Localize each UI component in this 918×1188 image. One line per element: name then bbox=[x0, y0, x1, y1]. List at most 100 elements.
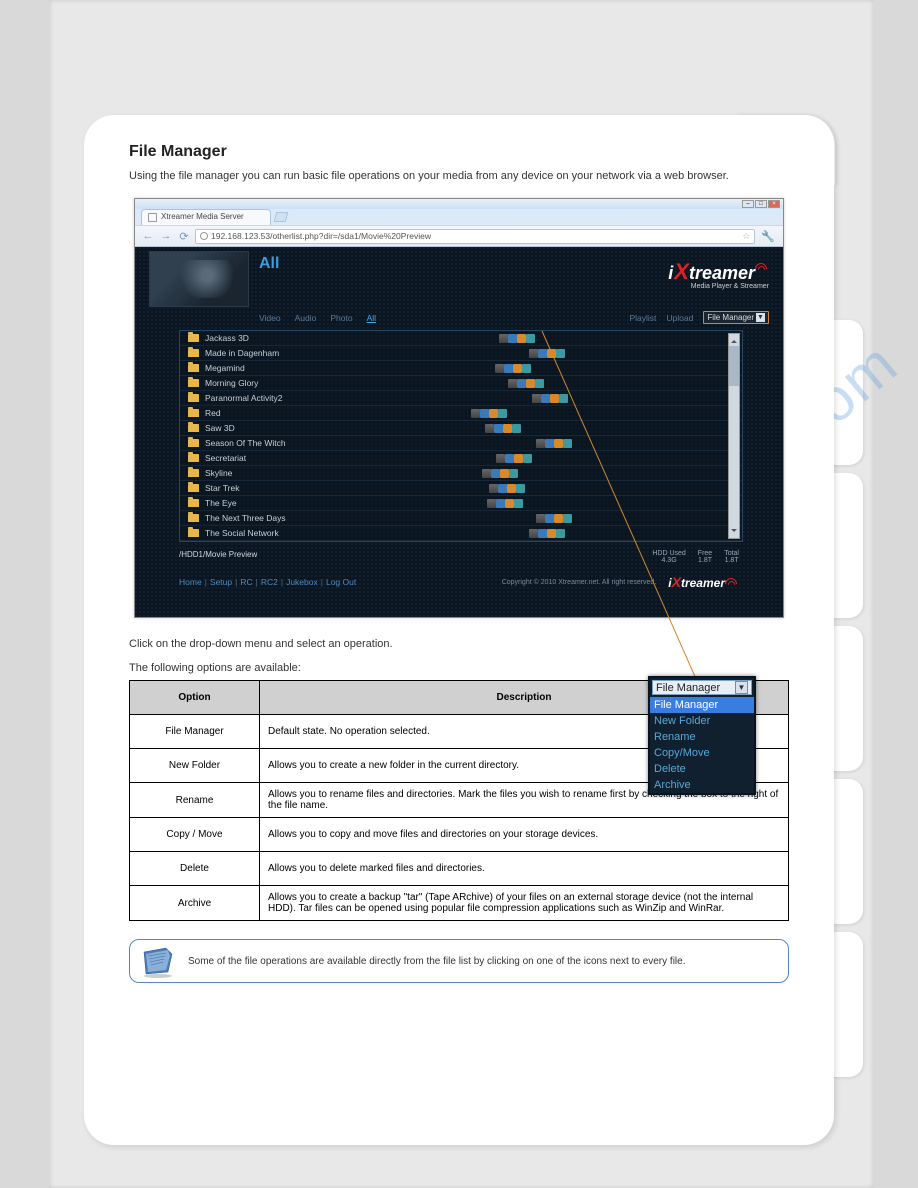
file-row[interactable]: Saw 3D bbox=[180, 421, 742, 436]
new-tab-button[interactable] bbox=[274, 212, 289, 222]
file-manager-dropdown[interactable]: File Manager ▼ bbox=[703, 311, 769, 324]
action-icon[interactable] bbox=[563, 514, 572, 523]
popup-select[interactable]: File Manager ▼ bbox=[652, 680, 752, 695]
file-row[interactable]: The Eye bbox=[180, 496, 742, 511]
action-icon[interactable] bbox=[505, 499, 514, 508]
action-icon[interactable] bbox=[529, 349, 538, 358]
action-icon[interactable] bbox=[491, 469, 500, 478]
nav-video[interactable]: Video bbox=[259, 313, 281, 323]
action-icon[interactable] bbox=[538, 349, 547, 358]
action-icon[interactable] bbox=[556, 349, 565, 358]
popup-item[interactable]: Copy/Move bbox=[650, 745, 754, 761]
popup-item[interactable]: Rename bbox=[650, 729, 754, 745]
action-icon[interactable] bbox=[532, 394, 541, 403]
action-icon[interactable] bbox=[513, 364, 522, 373]
nav-upload[interactable]: Upload bbox=[666, 313, 693, 323]
popup-item[interactable]: Archive bbox=[650, 777, 754, 793]
action-icon[interactable] bbox=[514, 454, 523, 463]
action-icon[interactable] bbox=[556, 529, 565, 538]
action-icon[interactable] bbox=[496, 499, 505, 508]
action-icon[interactable] bbox=[526, 334, 535, 343]
file-row[interactable]: Jackass 3D bbox=[180, 331, 742, 346]
file-row[interactable]: Season Of The Witch bbox=[180, 436, 742, 451]
action-icon[interactable] bbox=[554, 514, 563, 523]
action-icon[interactable] bbox=[494, 424, 503, 433]
action-icon[interactable] bbox=[495, 364, 504, 373]
nav-all[interactable]: All bbox=[367, 313, 376, 323]
action-icon[interactable] bbox=[522, 364, 531, 373]
action-icon[interactable] bbox=[547, 529, 556, 538]
action-icon[interactable] bbox=[489, 409, 498, 418]
close-button[interactable]: × bbox=[768, 200, 780, 208]
action-icon[interactable] bbox=[545, 439, 554, 448]
action-icon[interactable] bbox=[480, 409, 489, 418]
action-icon[interactable] bbox=[487, 499, 496, 508]
forward-button[interactable]: → bbox=[159, 229, 173, 243]
file-row[interactable]: Made in Dagenham bbox=[180, 346, 742, 361]
action-icon[interactable] bbox=[545, 514, 554, 523]
file-row[interactable]: Skyline bbox=[180, 466, 742, 481]
action-icon[interactable] bbox=[499, 334, 508, 343]
action-icon[interactable] bbox=[554, 439, 563, 448]
action-icon[interactable] bbox=[535, 379, 544, 388]
file-row[interactable]: Paranormal Activity2 bbox=[180, 391, 742, 406]
action-icon[interactable] bbox=[500, 469, 509, 478]
url-bar[interactable]: 192.168.123.53/otherlist.php?dir=/sda1/M… bbox=[195, 229, 755, 244]
bottom-link[interactable]: Log Out bbox=[326, 577, 356, 587]
wrench-icon[interactable]: 🔧 bbox=[759, 230, 777, 243]
nav-photo[interactable]: Photo bbox=[330, 313, 352, 323]
action-icon[interactable] bbox=[517, 379, 526, 388]
bookmark-icon[interactable]: ☆ bbox=[742, 230, 750, 243]
action-icon[interactable] bbox=[538, 529, 547, 538]
action-icon[interactable] bbox=[503, 424, 512, 433]
action-icon[interactable] bbox=[482, 469, 491, 478]
action-icon[interactable] bbox=[523, 454, 532, 463]
action-icon[interactable] bbox=[550, 394, 559, 403]
action-icon[interactable] bbox=[536, 439, 545, 448]
bottom-link[interactable]: Jukebox bbox=[286, 577, 318, 587]
file-row[interactable]: The Next Three Days bbox=[180, 511, 742, 526]
action-icon[interactable] bbox=[498, 484, 507, 493]
action-icon[interactable] bbox=[517, 334, 526, 343]
popup-item[interactable]: Delete bbox=[650, 761, 754, 777]
action-icon[interactable] bbox=[485, 424, 494, 433]
action-icon[interactable] bbox=[559, 394, 568, 403]
file-row[interactable]: Star Trek bbox=[180, 481, 742, 496]
file-row[interactable]: Red bbox=[180, 406, 742, 421]
action-icon[interactable] bbox=[496, 454, 505, 463]
file-row[interactable]: The Social Network bbox=[180, 526, 742, 541]
action-icon[interactable] bbox=[563, 439, 572, 448]
action-icon[interactable] bbox=[504, 364, 513, 373]
action-icon[interactable] bbox=[516, 484, 525, 493]
file-row[interactable]: Morning Glory bbox=[180, 376, 742, 391]
bottom-link[interactable]: RC2 bbox=[261, 577, 278, 587]
popup-item[interactable]: File Manager bbox=[650, 697, 754, 713]
action-icon[interactable] bbox=[547, 349, 556, 358]
minimize-button[interactable]: – bbox=[742, 200, 754, 208]
action-icon[interactable] bbox=[508, 334, 517, 343]
file-row[interactable]: Secretariat bbox=[180, 451, 742, 466]
action-icon[interactable] bbox=[529, 529, 538, 538]
action-icon[interactable] bbox=[489, 484, 498, 493]
action-icon[interactable] bbox=[471, 409, 480, 418]
action-icon[interactable] bbox=[508, 379, 517, 388]
file-row[interactable]: Megamind bbox=[180, 361, 742, 376]
action-icon[interactable] bbox=[512, 424, 521, 433]
bottom-link[interactable]: Setup bbox=[210, 577, 232, 587]
action-icon[interactable] bbox=[526, 379, 535, 388]
action-icon[interactable] bbox=[498, 409, 507, 418]
action-icon[interactable] bbox=[514, 499, 523, 508]
popup-item[interactable]: New Folder bbox=[650, 713, 754, 729]
bottom-link[interactable]: Home bbox=[179, 577, 202, 587]
action-icon[interactable] bbox=[509, 469, 518, 478]
action-icon[interactable] bbox=[505, 454, 514, 463]
action-icon[interactable] bbox=[541, 394, 550, 403]
action-icon[interactable] bbox=[536, 514, 545, 523]
action-icon[interactable] bbox=[507, 484, 516, 493]
nav-audio[interactable]: Audio bbox=[295, 313, 317, 323]
back-button[interactable]: ← bbox=[141, 229, 155, 243]
reload-button[interactable]: ⟳ bbox=[177, 229, 191, 243]
bottom-link[interactable]: RC bbox=[240, 577, 252, 587]
nav-playlist[interactable]: Playlist bbox=[629, 313, 656, 323]
browser-tab[interactable]: Xtreamer Media Server bbox=[141, 209, 271, 225]
